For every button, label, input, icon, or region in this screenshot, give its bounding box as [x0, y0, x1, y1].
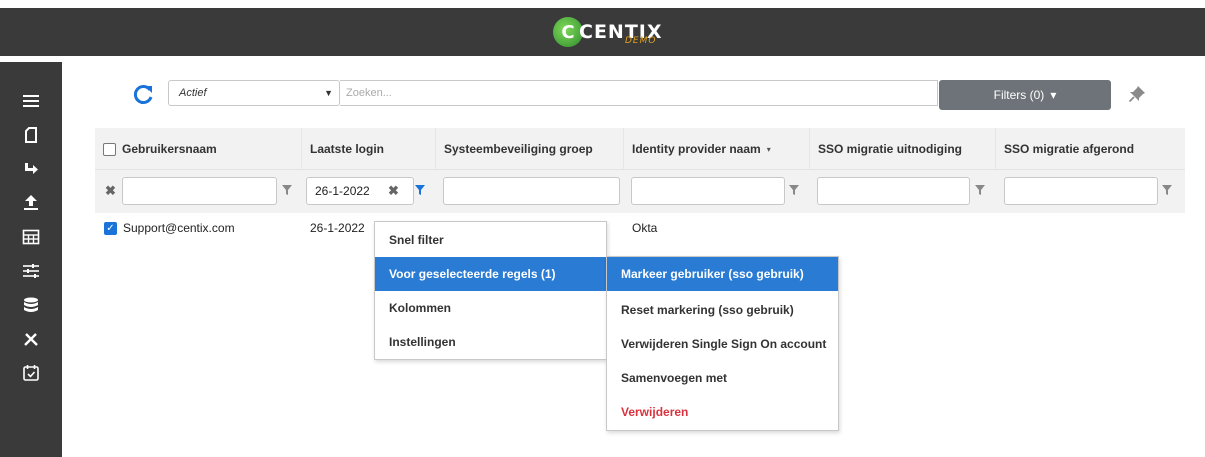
filter-input-sso-afgerond[interactable]	[1004, 177, 1158, 205]
refresh-icon[interactable]	[130, 82, 156, 108]
filter-input-identity-provider[interactable]	[631, 177, 785, 205]
submenu-item-markeer-gebruiker[interactable]: Markeer gebruiker (sso gebruik)	[607, 257, 838, 291]
document-icon[interactable]	[0, 118, 62, 152]
filter-input-systeembeveiliging-groep[interactable]	[443, 177, 620, 205]
caret-down-icon: ▾	[1050, 88, 1057, 102]
upload-icon[interactable]	[0, 186, 62, 220]
filter-funnel-active-icon[interactable]	[414, 184, 426, 196]
cell-gebruikersnaam: ✓ Support@centix.com	[104, 213, 235, 243]
status-select-value: Actief	[179, 87, 207, 99]
sort-caret-icon: ▾	[766, 144, 771, 154]
column-header-gebruikersnaam[interactable]: Gebruikersnaam	[95, 128, 302, 170]
filter-input-sso-uitnodiging[interactable]	[817, 177, 970, 205]
column-header-identity-provider-naam[interactable]: Identity provider naam ▾	[624, 128, 810, 170]
column-header-label: Systeembeveiliging groep	[444, 142, 593, 156]
column-header-label: Laatste login	[310, 142, 385, 156]
submenu-item-samenvoegen-met[interactable]: Samenvoegen met	[607, 361, 838, 395]
column-header-systeembeveiliging-groep[interactable]: Systeembeveiliging groep	[436, 128, 624, 170]
sidebar	[0, 56, 62, 457]
filter-funnel-icon[interactable]	[788, 184, 800, 196]
context-menu: Snel filter Voor geselecteerde regels (1…	[374, 221, 607, 360]
table-header: Gebruikersnaam Laatste login Systeembeve…	[95, 128, 1185, 170]
cell-text: Support@centix.com	[123, 221, 235, 235]
logo-subtitle: DEMO	[625, 36, 657, 46]
column-header-label: Identity provider naam	[632, 142, 761, 156]
context-submenu: Markeer gebruiker (sso gebruik) Reset ma…	[606, 256, 839, 431]
row-checkbox[interactable]: ✓	[104, 221, 117, 235]
column-header-laatste-login[interactable]: Laatste login	[302, 128, 436, 170]
sliders-icon[interactable]	[0, 254, 62, 288]
calendar-check-icon[interactable]	[0, 356, 62, 390]
cell-laatste-login: 26-1-2022	[310, 221, 365, 235]
status-select[interactable]: Actief ▼	[168, 80, 340, 106]
menu-item-kolommen[interactable]: Kolommen	[375, 291, 606, 325]
database-icon[interactable]	[0, 288, 62, 322]
clear-date-filter-icon[interactable]: ✖	[388, 183, 399, 199]
column-header-label: Gebruikersnaam	[122, 142, 217, 156]
column-header-sso-migratie-afgerond[interactable]: SSO migratie afgerond	[996, 128, 1185, 170]
tools-icon[interactable]	[0, 322, 62, 356]
pin-icon[interactable]	[1128, 85, 1146, 103]
top-strip	[0, 0, 1205, 8]
brand-logo[interactable]: C CENTIX DEMO	[553, 12, 663, 52]
select-all-checkbox[interactable]	[103, 142, 116, 156]
cell-identity-provider: Okta	[632, 221, 658, 235]
filter-funnel-icon[interactable]	[281, 184, 293, 196]
menu-icon[interactable]	[0, 84, 62, 118]
filters-button[interactable]: Filters (0) ▾	[939, 80, 1111, 110]
filter-input-gebruikersnaam[interactable]	[122, 177, 277, 205]
menu-item-instellingen[interactable]: Instellingen	[375, 325, 606, 359]
chevron-down-icon: ▼	[324, 88, 333, 98]
column-header-sso-migratie-uitnodiging[interactable]: SSO migratie uitnodiging	[810, 128, 996, 170]
submenu-item-verwijderen[interactable]: Verwijderen	[607, 395, 838, 429]
table-icon[interactable]	[0, 220, 62, 254]
table-row[interactable]: ✓ Support@centix.com 26-1-2022 Okta	[95, 213, 1185, 243]
submenu-item-reset-markering[interactable]: Reset markering (sso gebruik)	[607, 293, 838, 327]
clear-filters-icon[interactable]: ✖	[105, 183, 116, 199]
menu-item-voor-geselecteerde-regels[interactable]: Voor geselecteerde regels (1)	[375, 257, 606, 291]
logo-mark-letter: C	[561, 21, 575, 43]
column-header-label: SSO migratie afgerond	[1004, 142, 1135, 156]
filter-funnel-icon[interactable]	[974, 184, 986, 196]
top-bar: C CENTIX DEMO	[0, 0, 1205, 56]
filters-button-label: Filters (0)	[993, 88, 1045, 102]
redirect-arrow-icon[interactable]	[0, 152, 62, 186]
search-input[interactable]	[340, 80, 938, 106]
filter-row: ✖ ✖	[95, 170, 1185, 213]
submenu-item-verwijderen-sso-account[interactable]: Verwijderen Single Sign On account	[607, 327, 838, 361]
filter-funnel-icon[interactable]	[1161, 184, 1173, 196]
column-header-label: SSO migratie uitnodiging	[818, 142, 962, 156]
menu-item-snel-filter[interactable]: Snel filter	[375, 223, 606, 257]
